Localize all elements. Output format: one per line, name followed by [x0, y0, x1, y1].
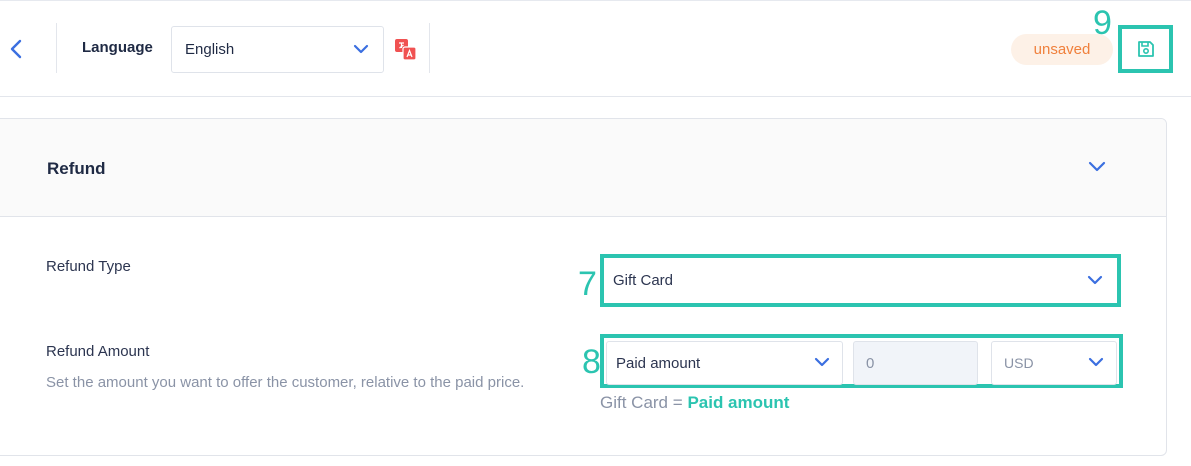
annotation-label: 8 — [582, 343, 601, 381]
translate-icon[interactable] — [395, 39, 417, 61]
amount-basis-value: Paid amount — [616, 354, 701, 372]
refund-amount-group: Paid amount USD — [600, 334, 1123, 388]
divider — [56, 23, 57, 73]
chevron-down-icon — [1087, 275, 1103, 285]
refund-card-header[interactable]: Refund — [0, 119, 1166, 217]
refund-formula: Gift Card = Paid amount — [600, 393, 789, 413]
chevron-down-icon[interactable] — [1087, 156, 1107, 176]
amount-input[interactable] — [853, 341, 978, 385]
currency-select[interactable]: USD — [991, 341, 1117, 385]
refund-amount-help: Set the amount you want to offer the cus… — [46, 374, 525, 391]
chevron-left-icon — [10, 39, 22, 59]
currency-value: USD — [1004, 355, 1034, 371]
save-button[interactable] — [1118, 25, 1173, 73]
annotation-label: 9 — [1093, 4, 1112, 42]
refund-amount-label: Refund Amount — [46, 343, 150, 360]
formula-left: Gift Card — [600, 393, 669, 412]
formula-operator: = — [672, 393, 683, 412]
language-value: English — [185, 41, 235, 58]
refund-type-label: Refund Type — [46, 258, 131, 275]
language-label: Language — [82, 39, 153, 56]
annotation-label: 7 — [578, 265, 597, 303]
refund-type-value: Gift Card — [613, 272, 674, 289]
chevron-down-icon — [353, 44, 369, 54]
save-icon — [1137, 41, 1154, 57]
language-select[interactable]: English — [171, 26, 384, 73]
formula-right: Paid amount — [687, 393, 790, 412]
chevron-down-icon — [1088, 357, 1104, 367]
chevron-down-icon — [814, 357, 830, 367]
amount-basis-select[interactable]: Paid amount — [606, 341, 843, 385]
divider — [429, 23, 430, 73]
back-button[interactable] — [4, 35, 28, 63]
top-bar: Language English unsaved — [0, 0, 1191, 97]
refund-type-select[interactable]: Gift Card — [600, 254, 1121, 307]
section-title: Refund — [47, 159, 106, 178]
